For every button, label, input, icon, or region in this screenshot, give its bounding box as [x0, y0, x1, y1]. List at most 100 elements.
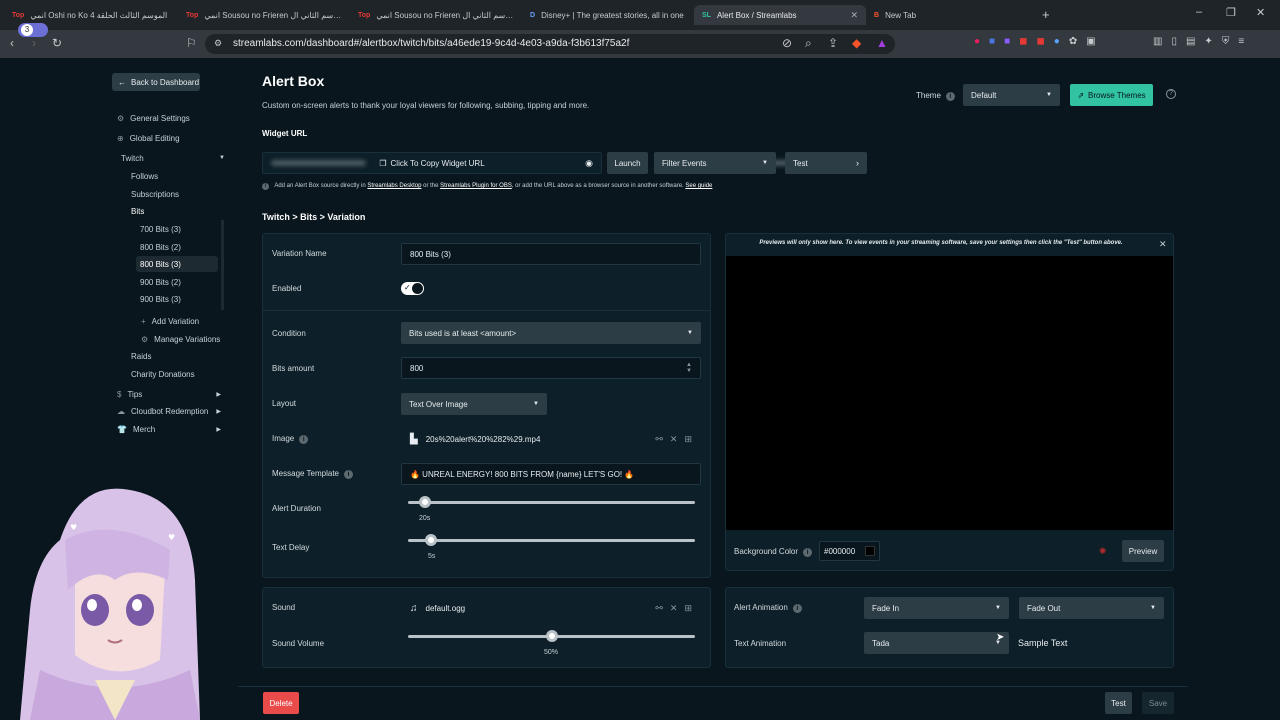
- extension-icon[interactable]: ◼: [1036, 36, 1044, 50]
- filter-events-select[interactable]: Filter Events ▼: [654, 152, 776, 174]
- link-icon[interactable]: ⚯: [655, 434, 663, 445]
- add-variation-button[interactable]: + Add Variation: [141, 313, 199, 329]
- back-to-dashboard-button[interactable]: ← Back to Dashboard: [112, 73, 200, 91]
- theme-select[interactable]: Default ▼: [963, 84, 1060, 106]
- background-color-input[interactable]: #000000: [819, 541, 880, 561]
- info-icon[interactable]: i: [344, 470, 353, 479]
- brave-rewards-icon[interactable]: ▲: [876, 36, 888, 50]
- browser-tab[interactable]: Top انمي Oshi no Ko الموسم الثالث الحلقة …: [4, 5, 176, 25]
- bug-icon[interactable]: ✺: [1099, 546, 1107, 557]
- sidebar-item-variation[interactable]: 900 Bits (3): [140, 291, 181, 307]
- slider-handle[interactable]: [424, 534, 437, 546]
- message-template-input[interactable]: 🔥 UNREAL ENERGY! 800 BITS FROM {name} LE…: [401, 463, 701, 485]
- wallet-icon[interactable]: ▤: [1186, 36, 1195, 50]
- close-tab-icon[interactable]: ✕: [850, 10, 858, 21]
- eye-icon[interactable]: ◉: [585, 158, 593, 169]
- alert-animation-out-select[interactable]: Fade Out ▼: [1019, 597, 1164, 619]
- preview-button[interactable]: Preview: [1122, 540, 1164, 562]
- browse-themes-button[interactable]: ⇗ Browse Themes: [1070, 84, 1153, 106]
- extension-icon[interactable]: ●: [1054, 36, 1060, 50]
- sidebar-item-charity-donations[interactable]: Charity Donations: [131, 366, 195, 382]
- sound-file-field[interactable]: ♫ default.ogg ⚯ ✕ ⊞: [401, 597, 701, 619]
- extension-icon[interactable]: ◼: [1019, 36, 1027, 50]
- sidebar-item-twitch[interactable]: Twitch ▼: [121, 150, 225, 166]
- test-dropdown-button[interactable]: Test ›: [785, 152, 867, 174]
- save-button[interactable]: Save: [1142, 692, 1174, 714]
- reading-list-icon[interactable]: ▥: [1153, 36, 1162, 50]
- delete-button[interactable]: Delete: [263, 692, 299, 714]
- sidebar-item-variation[interactable]: 900 Bits (2): [140, 274, 181, 290]
- sidebar-item-merch[interactable]: 👕 Merch ▶: [117, 421, 221, 437]
- sidebar-icon[interactable]: ▯: [1171, 36, 1177, 50]
- close-icon[interactable]: ✕: [670, 434, 678, 445]
- close-icon[interactable]: ✕: [670, 603, 678, 614]
- sidebar-item-variation[interactable]: 800 Bits (2): [140, 239, 181, 255]
- obs-plugin-link[interactable]: Streamlabs Plugin for OBS: [440, 183, 512, 189]
- close-notice-icon[interactable]: ✕: [1159, 239, 1167, 250]
- forward-icon[interactable]: ›: [32, 36, 36, 50]
- profile-toggle[interactable]: 3: [18, 23, 48, 37]
- bits-amount-input[interactable]: 800 ▲ ▼: [401, 357, 701, 379]
- close-window-icon[interactable]: ✕: [1256, 6, 1265, 19]
- share-icon[interactable]: ⇪: [828, 36, 838, 50]
- sidebar-item-raids[interactable]: Raids: [131, 348, 151, 364]
- help-icon[interactable]: ?: [1166, 89, 1176, 99]
- stepper-icon[interactable]: ▲ ▼: [686, 362, 692, 374]
- sound-volume-slider[interactable]: [408, 630, 695, 642]
- bookmark-icon[interactable]: ⚐: [186, 36, 197, 50]
- variation-scrollbar[interactable]: [221, 220, 224, 310]
- manage-variations-button[interactable]: ⚙ Manage Variations: [141, 331, 220, 347]
- sidebar-item-global-editing[interactable]: ⊕ Global Editing: [117, 130, 180, 146]
- sidebar-item-cloudbot[interactable]: ☁ Cloudbot Redemption ▶: [117, 403, 221, 419]
- extension-icon[interactable]: ●: [974, 36, 980, 50]
- alert-animation-in-select[interactable]: Fade In ▼: [864, 597, 1009, 619]
- color-swatch[interactable]: [865, 546, 875, 556]
- browser-tab[interactable]: B New Tab: [866, 5, 1038, 25]
- new-tab-icon[interactable]: +: [1042, 7, 1050, 22]
- no-tracking-icon[interactable]: ⊘: [782, 36, 792, 50]
- brave-shields-icon[interactable]: ◆: [852, 36, 861, 50]
- enabled-toggle[interactable]: ✓: [401, 282, 424, 295]
- browser-tab[interactable]: Top انمي Sousou no Frieren الموسم الثاني …: [350, 5, 522, 25]
- condition-select[interactable]: Bits used is at least <amount> ▼: [401, 322, 701, 344]
- grid-icon[interactable]: ⊞: [684, 434, 692, 445]
- extension-icon[interactable]: ✿: [1069, 36, 1077, 50]
- maximize-icon[interactable]: ❐: [1226, 6, 1236, 19]
- sidebar-item-variation-selected[interactable]: 800 Bits (3): [136, 256, 218, 272]
- grid-icon[interactable]: ⊞: [684, 603, 692, 614]
- widget-url-copy-field[interactable]: ❐ Click To Copy Widget URL ◉: [262, 152, 834, 174]
- minimize-icon[interactable]: –: [1196, 6, 1202, 18]
- sidebar-item-tips[interactable]: $ Tips ▶: [117, 386, 221, 402]
- info-icon[interactable]: i: [803, 548, 813, 557]
- variation-name-input[interactable]: 800 Bits (3): [401, 243, 701, 265]
- text-animation-select[interactable]: Tada ▼: [864, 632, 1009, 654]
- zoom-icon[interactable]: ⌕: [805, 36, 812, 51]
- vpn-icon[interactable]: ⛨: [1222, 36, 1230, 50]
- reload-icon[interactable]: ↻: [52, 36, 62, 50]
- test-button[interactable]: Test: [1105, 692, 1132, 714]
- alert-duration-slider[interactable]: [408, 496, 695, 508]
- streamlabs-desktop-link[interactable]: Streamlabs Desktop: [367, 183, 421, 189]
- extension-icon[interactable]: ■: [989, 36, 995, 50]
- sidebar-item-follows[interactable]: Follows: [131, 168, 158, 184]
- browser-tab[interactable]: Top انمي Sousou no Frieren الموسم الثاني …: [178, 5, 350, 25]
- text-delay-slider[interactable]: [408, 534, 695, 546]
- site-info-icon[interactable]: ⚙: [214, 38, 222, 49]
- link-icon[interactable]: ⚯: [655, 603, 663, 614]
- image-file-field[interactable]: ▙ 20s%20alert%20%282%29.mp4 ⚯ ✕ ⊞: [401, 428, 701, 450]
- sidebar-item-bits[interactable]: Bits: [131, 203, 144, 219]
- sidebar-item-variation[interactable]: 700 Bits (3): [140, 221, 181, 237]
- extensions-icon[interactable]: ✦: [1204, 36, 1212, 50]
- browser-tab-active[interactable]: SL Alert Box / Streamlabs ✕: [694, 5, 866, 25]
- extension-icon[interactable]: ▣: [1086, 36, 1095, 50]
- extension-icon[interactable]: ■: [1004, 36, 1010, 50]
- slider-handle[interactable]: [545, 630, 558, 642]
- see-guide-link[interactable]: See guide: [685, 183, 712, 189]
- info-icon[interactable]: i: [945, 92, 955, 101]
- launch-button[interactable]: Launch: [607, 152, 648, 174]
- sidebar-item-subscriptions[interactable]: Subscriptions: [131, 186, 179, 202]
- sidebar-item-general-settings[interactable]: ⚙ General Settings: [117, 110, 190, 126]
- info-icon[interactable]: i: [792, 604, 802, 613]
- browser-tab[interactable]: D Disney+ | The greatest stories, all in …: [522, 5, 694, 25]
- info-icon[interactable]: i: [299, 435, 309, 444]
